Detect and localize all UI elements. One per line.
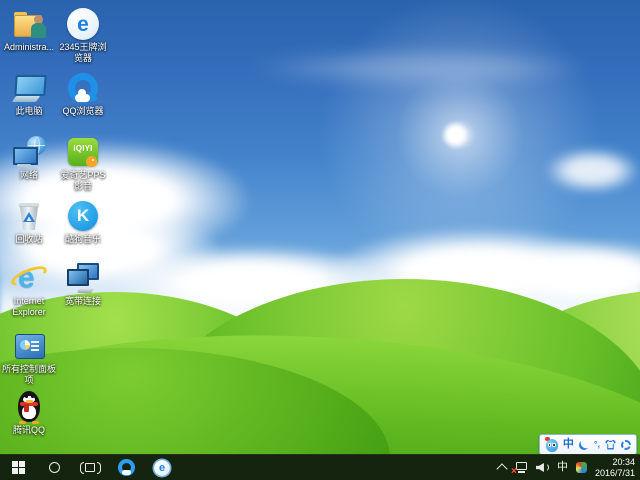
qq-browser-icon [118, 459, 135, 476]
icon-label: 酷狗音乐 [65, 234, 101, 245]
network-icon [12, 135, 46, 169]
iqiyi-pps-icon: iQIYI [66, 135, 100, 169]
taskbar-clock[interactable]: 20:34 2016/7/31 [595, 457, 635, 478]
tray-ime-indicator[interactable]: 中 [557, 462, 568, 473]
desktop-icon-2345-browser[interactable]: e 2345王牌浏览器 [56, 7, 110, 64]
no-connection-x: × [511, 467, 517, 477]
icon-label: 所有控制面板项 [2, 364, 56, 386]
icon-label: QQ浏览器 [62, 106, 103, 117]
system-tray: × 中 20:34 2016/7/31 [498, 455, 640, 480]
desktop-icon-internet-explorer[interactable]: e Internet Explorer [2, 261, 56, 318]
broadband-connection-icon [66, 261, 100, 295]
ime-fullwidth-moon-icon[interactable] [579, 440, 589, 450]
taskbar-2345-browser[interactable]: e [144, 455, 180, 480]
desktop-icon-broadband[interactable]: 宽带连接 [56, 261, 110, 307]
administrator-folder-icon [12, 7, 46, 41]
taskbar: e × 中 20:34 2016/7/31 [0, 454, 640, 480]
ime-skin-shirt-icon[interactable] [605, 440, 616, 450]
search-button[interactable] [36, 455, 72, 480]
sun [441, 121, 469, 149]
icon-label: 爱奇艺PPS 影音 [56, 170, 110, 192]
tencent-qq-icon [12, 390, 46, 424]
taskbar-qq-browser[interactable] [108, 455, 144, 480]
network-status-icon[interactable]: × [514, 462, 528, 474]
qq-browser-icon [66, 71, 100, 105]
desktop-icon-recycle-bin[interactable]: 回收站 [2, 199, 56, 245]
desktop-icon-administrator[interactable]: Administra... [2, 7, 56, 53]
show-hidden-icons-chevron[interactable] [496, 463, 507, 474]
icon-label: 2345王牌浏览器 [56, 42, 110, 64]
2345-browser-icon: e [154, 460, 170, 476]
windows-desktop-screen: Administra... 此电脑 网络 回收站 e Internet Expl… [0, 0, 640, 480]
sogou-ime-toolbar[interactable]: 中 °, [539, 434, 637, 455]
icon-label: 宽带连接 [65, 296, 101, 307]
sogou-mascot-icon[interactable] [545, 438, 558, 452]
icon-label: 回收站 [15, 234, 42, 245]
kugou-music-icon: K [66, 199, 100, 233]
search-icon [49, 462, 60, 473]
desktop-icon-iqiyi-pps[interactable]: iQIYI 爱奇艺PPS 影音 [56, 135, 110, 192]
icon-label: 腾讯QQ [13, 425, 45, 436]
desktop-icon-network[interactable]: 网络 [2, 135, 56, 181]
task-view-icon [80, 462, 101, 474]
task-view-button[interactable] [72, 455, 108, 480]
volume-icon[interactable] [536, 462, 549, 473]
2345-browser-icon: e [66, 7, 100, 41]
cloud [250, 50, 590, 86]
cloud [545, 148, 640, 193]
icon-label: 网络 [20, 170, 38, 181]
tray-app-icon[interactable] [576, 462, 587, 473]
ime-mode-toggle[interactable]: 中 [563, 439, 574, 450]
clock-time: 20:34 [595, 457, 635, 468]
icon-label: Internet Explorer [2, 296, 56, 318]
recycle-bin-icon [12, 199, 46, 233]
desktop-icon-control-panel[interactable]: 所有控制面板项 [2, 329, 56, 386]
icon-label: 此电脑 [15, 106, 42, 117]
ime-settings-gear-icon[interactable] [621, 440, 631, 450]
start-button[interactable] [0, 455, 36, 480]
control-panel-icon [12, 329, 46, 363]
desktop-icon-tencent-qq[interactable]: 腾讯QQ [2, 390, 56, 436]
ime-punctuation-toggle[interactable]: °, [594, 440, 600, 449]
desktop-icon-kugou-music[interactable]: K 酷狗音乐 [56, 199, 110, 245]
windows-logo-icon [12, 461, 25, 474]
this-pc-icon [12, 71, 46, 105]
desktop-icon-qq-browser[interactable]: QQ浏览器 [56, 71, 110, 117]
desktop-icon-this-pc[interactable]: 此电脑 [2, 71, 56, 117]
clock-date: 2016/7/31 [595, 468, 635, 479]
icon-label: Administra... [4, 42, 54, 53]
internet-explorer-icon: e [12, 261, 46, 295]
